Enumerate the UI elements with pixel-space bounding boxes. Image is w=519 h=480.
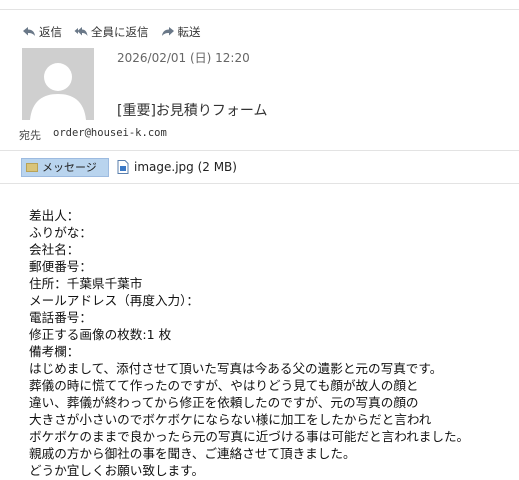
body-line: ふりがな： bbox=[29, 225, 92, 240]
message-body: 差出人： ふりがな： 会社名： 郵便番号： 住所：千葉県千葉市 メールアドレス（… bbox=[29, 207, 519, 479]
body-line: 備考欄： bbox=[29, 344, 80, 359]
person-silhouette-icon bbox=[22, 48, 94, 120]
body-line: 郵便番号： bbox=[29, 259, 92, 274]
reply-label: 返信 bbox=[39, 25, 62, 39]
envelope-icon bbox=[26, 162, 38, 172]
image-file-icon bbox=[117, 160, 129, 174]
message-tab-label: メッセージ bbox=[42, 161, 97, 174]
forward-label: 転送 bbox=[177, 25, 201, 39]
body-line: 修正する画像の枚数:1 枚 bbox=[29, 327, 172, 342]
body-line: 住所：千葉県千葉市 bbox=[29, 276, 143, 291]
reply-all-icon bbox=[74, 27, 88, 36]
message-date: 2026/02/01 (日) 12:20 bbox=[117, 51, 250, 65]
message-toolbar: 返信 全員に返信 転送 bbox=[22, 24, 213, 40]
to-address[interactable]: order@housei-k.com bbox=[53, 127, 167, 143]
header-divider bbox=[0, 150, 519, 151]
attachment-divider bbox=[0, 183, 519, 184]
body-line: ボケボケのままで良かったら元の写真に近づける事は可能だと言われました。 bbox=[29, 429, 470, 444]
body-line: メールアドレス（再度入力）： bbox=[29, 293, 200, 308]
attachment-file-label: image.jpg (2 MB) bbox=[134, 160, 237, 174]
sender-avatar bbox=[22, 48, 94, 120]
body-line: 電話番号： bbox=[29, 310, 92, 325]
body-line: 違い、葬儀が終わってから修正を依頼したのですが、元の写真の顔の bbox=[29, 395, 419, 410]
reply-button[interactable]: 返信 bbox=[22, 24, 62, 40]
email-reader: 返信 全員に返信 転送 2026/02/01 (日) 12:20 [重要]お見積… bbox=[0, 0, 519, 480]
message-tab[interactable]: メッセージ bbox=[21, 157, 109, 177]
to-label: 宛先 bbox=[19, 129, 41, 142]
body-line: はじめまして、添付させて頂いた写真は今ある父の遺影と元の写真です。 bbox=[29, 361, 443, 376]
body-line: 差出人： bbox=[29, 208, 80, 223]
body-line: どうか宜しくお願い致します。 bbox=[29, 463, 205, 478]
reply-icon bbox=[23, 27, 35, 36]
recipient-row: 宛先 order@housei-k.com bbox=[19, 127, 167, 143]
forward-button[interactable]: 転送 bbox=[161, 24, 201, 40]
attachment-image-file[interactable]: image.jpg (2 MB) bbox=[117, 160, 237, 174]
body-line: 会社名： bbox=[29, 242, 80, 257]
body-line: 親戚の方から御社の事を聞き、ご連絡させて頂きました。 bbox=[29, 446, 356, 461]
message-subject: [重要]お見積りフォーム bbox=[117, 103, 268, 119]
top-divider bbox=[0, 9, 519, 10]
body-line: 大きさが小さいのでボケボケにならない様に加工をしたからだと言われ bbox=[29, 412, 432, 427]
attachment-bar: メッセージ image.jpg (2 MB) bbox=[21, 157, 237, 177]
body-line: 葬儀の時に慌てて作ったのですが、やはりどう見ても顔が故人の顔と bbox=[29, 378, 419, 393]
reply-all-label: 全員に返信 bbox=[91, 25, 149, 39]
reply-all-button[interactable]: 全員に返信 bbox=[74, 24, 149, 40]
forward-icon bbox=[161, 27, 174, 36]
